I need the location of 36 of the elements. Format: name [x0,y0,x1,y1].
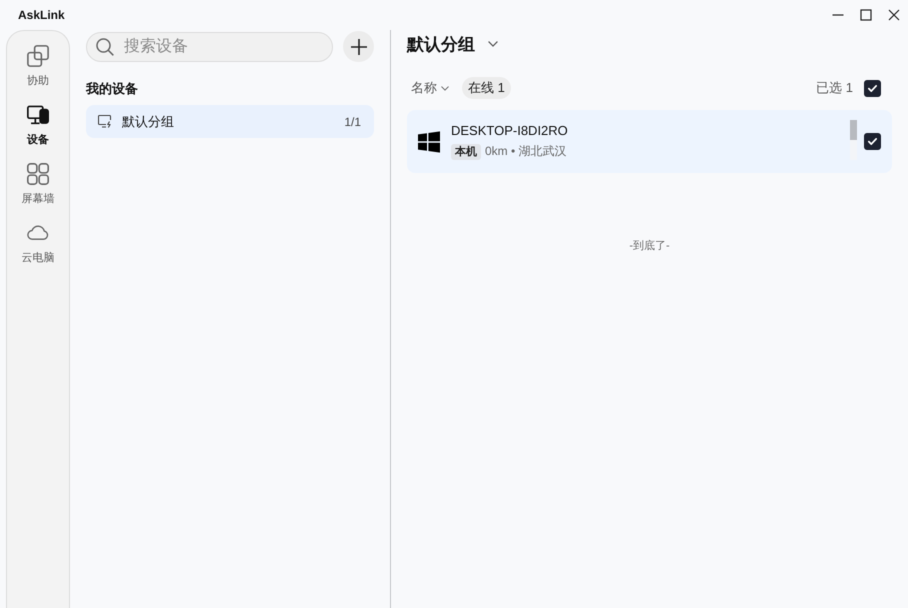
app-title: AskLink [18,8,65,22]
chevron-down-icon [488,41,498,47]
select-all-checkbox[interactable] [864,80,881,96]
nav-item[interactable]: 设备 [10,104,66,163]
close-icon [888,9,900,21]
check-icon [868,84,877,92]
check-icon [868,138,877,145]
grid-icon [27,163,49,185]
section-heading: 我的设备 [86,80,139,98]
selected-count: 已选 1 [816,79,853,97]
search-icon [96,38,114,56]
nav-item[interactable]: 协助 [10,45,66,104]
group-item[interactable]: 默认分组 1/1 [86,105,374,138]
monitor-icon [98,115,112,128]
device-checkbox[interactable] [864,133,881,150]
overlapping-squares-icon [27,45,49,67]
end-of-list-label: -到底了- [628,238,671,253]
scrollbar-thumb[interactable] [850,120,857,140]
scrollbar-track[interactable] [850,120,857,160]
nav-item[interactable]: 云电脑 [10,222,66,281]
group-title-dropdown[interactable]: 默认分组 [407,32,498,56]
count-label: 1/1 [344,114,361,128]
nav-item[interactable]: 屏幕墙 [10,163,66,222]
maximize-icon [860,9,872,21]
chevron-down-icon [441,86,449,90]
filter-chip[interactable]: 在线 1 [462,77,511,99]
plus-icon [350,38,366,54]
search-field[interactable]: 搜索设备 [86,32,333,62]
add-button[interactable] [343,31,374,62]
device-tag: 本机 [451,144,481,160]
device-location: 0km • 湖北武汉 [485,143,567,160]
monitor-phone-icon [27,104,49,126]
device-card[interactable]: DESKTOP-I8DI2RO 本机 0km • 湖北武汉 [407,110,892,173]
sort-dropdown[interactable]: 名称 [407,79,449,97]
device-name: DESKTOP-I8DI2RO [451,123,569,139]
windows-logo-icon [418,130,440,152]
